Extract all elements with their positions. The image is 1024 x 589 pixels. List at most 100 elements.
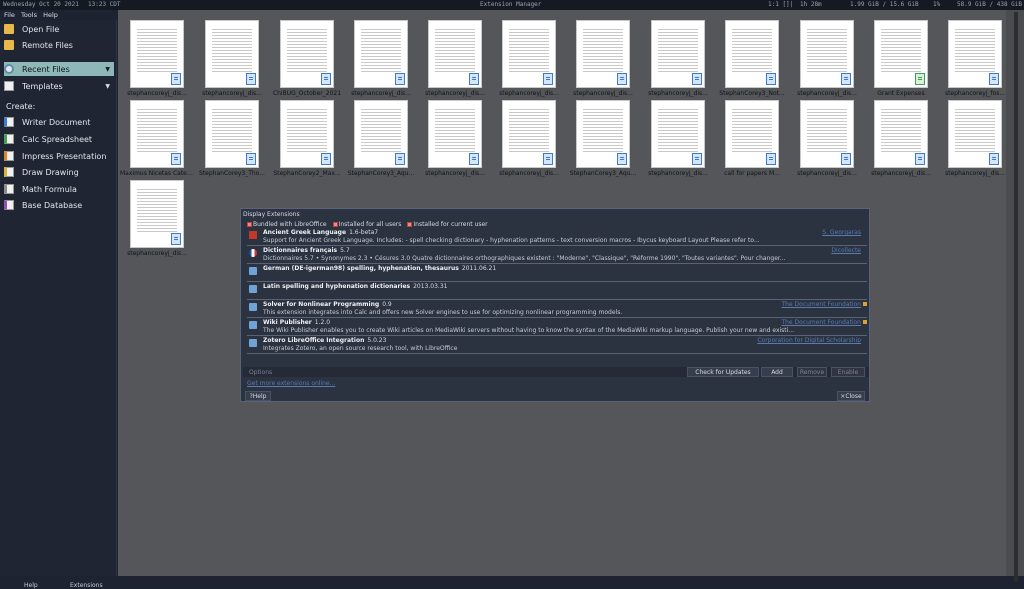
recent-file-thumbnail[interactable] [576, 100, 630, 168]
get-more-extensions-link[interactable]: Get more extensions online... [247, 380, 335, 387]
extension-publisher-link[interactable]: The Document Foundation [781, 319, 861, 326]
recent-files-button[interactable]: Recent Files ▼ [4, 62, 114, 76]
extensions-button[interactable]: Extensions [70, 582, 103, 589]
page-preview [212, 109, 252, 153]
recent-file-thumbnail[interactable] [800, 20, 854, 88]
page-preview [287, 109, 327, 153]
filter-bundled[interactable]: Bundled with LibreOffice [247, 221, 327, 228]
recent-file-name[interactable]: stephancoreyj_dis... [120, 250, 194, 257]
recent-file-thumbnail[interactable] [130, 20, 184, 88]
extension-row[interactable]: Wiki Publisher 1.2.0 The Document Foundat… [247, 319, 867, 336]
open-file-button[interactable]: Open File [4, 22, 114, 36]
recent-file-name[interactable]: stephancoreyj_dis... [566, 90, 640, 97]
recent-file-thumbnail[interactable] [280, 100, 334, 168]
scrollbar[interactable] [1006, 10, 1024, 582]
add-button[interactable]: Add [761, 367, 793, 377]
dropdown-arrow-icon[interactable]: ▼ [105, 66, 110, 73]
help-button[interactable]: Help [24, 582, 38, 589]
scrollbar-thumb[interactable] [1014, 12, 1018, 582]
recent-file-name[interactable]: stephancoreyj_dis... [938, 170, 1012, 177]
recent-file-thumbnail[interactable] [874, 100, 928, 168]
menu-help[interactable]: Help [43, 11, 58, 19]
recent-file-name[interactable]: stephancoreyj_dis... [418, 170, 492, 177]
writer-badge-icon [321, 153, 331, 165]
extension-row[interactable]: German (DE-igerman98) spelling, hyphenat… [247, 265, 867, 282]
recent-file-thumbnail[interactable] [576, 20, 630, 88]
options-button[interactable]: Options [249, 369, 272, 376]
extension-row[interactable]: Solver for Nonlinear Programming 0.9 The … [247, 301, 867, 318]
create-impress-button[interactable]: Impress Presentation [4, 149, 114, 163]
create-writer-button[interactable]: Writer Document [4, 115, 114, 129]
recent-file-name[interactable]: StephanCorey3_Tho... [195, 170, 269, 177]
recent-file-thumbnail[interactable] [130, 100, 184, 168]
recent-file-name[interactable]: Grant Expenses [864, 90, 938, 97]
checkbox-icon[interactable] [407, 222, 413, 227]
recent-file-thumbnail[interactable] [948, 100, 1002, 168]
recent-file-name[interactable]: stephancoreyj_dis... [120, 90, 194, 97]
remote-files-button[interactable]: Remote Files [4, 38, 114, 52]
extension-publisher-link[interactable]: Dicollecte [831, 247, 861, 254]
recent-file-thumbnail[interactable] [130, 180, 184, 248]
recent-file-name[interactable]: stephancoreyj_dis... [492, 90, 566, 97]
templates-button[interactable]: Templates ▼ [4, 79, 114, 93]
writer-badge-icon [469, 153, 479, 165]
recent-file-thumbnail[interactable] [428, 100, 482, 168]
remove-button[interactable]: Remove [797, 367, 827, 377]
recent-file-name[interactable]: stephancoreyj_dis... [790, 90, 864, 97]
recent-file-name[interactable]: stephancoreyj_dis... [195, 90, 269, 97]
recent-file-thumbnail[interactable] [354, 100, 408, 168]
recent-file-name[interactable]: Maximus Nicetas Catena [120, 170, 194, 177]
recent-file-name[interactable]: stephancoreyj_dis... [641, 170, 715, 177]
recent-file-thumbnail[interactable] [874, 20, 928, 88]
create-calc-button[interactable]: Calc Spreadsheet [4, 132, 114, 146]
extension-row[interactable]: Dictionnaires français 5.7 Dicollecte Dic… [247, 247, 867, 264]
extension-row[interactable]: Zotero LibreOffice Integration 5.0.23 Cor… [247, 337, 867, 354]
recent-file-thumbnail[interactable] [725, 20, 779, 88]
menu-tools[interactable]: Tools [21, 11, 37, 19]
recent-file-name[interactable]: StephanCorey3_Aqu... [566, 170, 640, 177]
recent-file-thumbnail[interactable] [205, 100, 259, 168]
dropdown-arrow-icon[interactable]: ▼ [105, 83, 110, 90]
recent-file-name[interactable]: ChiBUG_October_2021 [270, 90, 344, 97]
checkbox-icon[interactable] [247, 222, 252, 227]
recent-file-name[interactable]: stephancoreyj_dis... [864, 170, 938, 177]
recent-file-thumbnail[interactable] [651, 100, 705, 168]
checkbox-icon[interactable] [332, 222, 338, 227]
filter-all-users[interactable]: Installed for all users [332, 221, 401, 228]
enable-button[interactable]: Enable [831, 367, 865, 377]
recent-file-name[interactable]: StephanCorey3_Aqu... [344, 170, 418, 177]
extension-row[interactable]: Latin spelling and hyphenation dictionar… [247, 283, 867, 300]
recent-file-name[interactable]: call for papers M... [715, 170, 789, 177]
recent-file-thumbnail[interactable] [725, 100, 779, 168]
recent-file-name[interactable]: stephancoreyj_dis... [344, 90, 418, 97]
close-button[interactable]: ×Close [837, 391, 865, 401]
recent-file-thumbnail[interactable] [502, 100, 556, 168]
recent-file-name[interactable]: StephanCorey3_Not... [715, 90, 789, 97]
create-math-button[interactable]: Math Formula [4, 182, 114, 196]
menu-file[interactable]: File [4, 11, 15, 19]
extension-publisher-link[interactable]: S. Georgaras [822, 229, 861, 236]
check-updates-button[interactable]: Check for Updates [687, 367, 759, 377]
recent-file-thumbnail[interactable] [428, 20, 482, 88]
help-button[interactable]: ?Help [245, 391, 271, 401]
recent-file-thumbnail[interactable] [205, 20, 259, 88]
recent-file-name[interactable]: StephanCorey2_Max... [270, 170, 344, 177]
recent-file-name[interactable]: stephancoreyj_fos... [938, 90, 1012, 97]
create-base-button[interactable]: Base Database [4, 198, 114, 212]
recent-file-name[interactable]: stephancoreyj_dis... [790, 170, 864, 177]
recent-file-thumbnail[interactable] [354, 20, 408, 88]
recent-file-thumbnail[interactable] [948, 20, 1002, 88]
extension-publisher-link[interactable]: Corporation for Digital Scholarship [757, 337, 861, 344]
filter-current-user[interactable]: Installed for current user [407, 221, 488, 228]
recent-file-thumbnail[interactable] [502, 20, 556, 88]
extension-publisher-link[interactable]: The Document Foundation [781, 301, 861, 308]
create-draw-button[interactable]: Draw Drawing [4, 165, 114, 179]
recent-file-thumbnail[interactable] [800, 100, 854, 168]
recent-file-thumbnail[interactable] [280, 20, 334, 88]
recent-file-name[interactable]: stephancoreyj_dis... [492, 170, 566, 177]
recent-file-name[interactable]: stephancoreyj_dis... [641, 90, 715, 97]
recent-file-name[interactable]: stephancoreyj_dis... [418, 90, 492, 97]
recent-file-thumbnail[interactable] [651, 20, 705, 88]
writer-badge-icon [841, 153, 851, 165]
extension-row[interactable]: Ancient Greek Language 1.6-beta7 S. Georg… [247, 229, 867, 246]
